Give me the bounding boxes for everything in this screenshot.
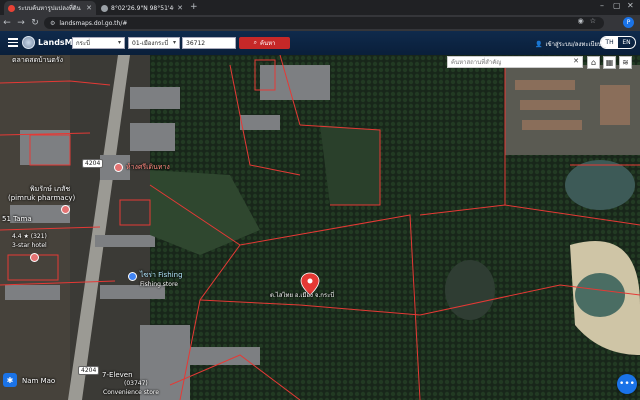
user-icon: 👤 — [535, 40, 543, 48]
browser-tabstrip: ระบบค้นหารูปแปลงที่ดิน (LandsMaps) ✕ 8°0… — [0, 0, 640, 15]
tab-title: ระบบค้นหารูปแปลงที่ดิน (LandsMaps) — [18, 5, 83, 12]
profile-avatar[interactable]: P — [623, 17, 634, 28]
parcel-number-input[interactable]: 36712 — [182, 37, 236, 49]
clear-icon[interactable]: ✕ — [573, 57, 579, 65]
search-button[interactable]: ⌕ ค้นหา — [239, 37, 290, 49]
map-label-tama: 51 Tama — [2, 215, 32, 223]
map-label-seven-sub: (03747) — [124, 380, 148, 387]
pin-label: ต.ไสไทย อ.เมือง จ.กระบี่ — [270, 292, 335, 299]
chat-button[interactable]: ••• — [617, 374, 637, 394]
place-search-input[interactable]: ค้นหาสถานที่สำคัญ ✕ — [447, 56, 583, 68]
lang-th-button[interactable]: TH — [601, 37, 618, 48]
close-icon[interactable]: ✕ — [86, 4, 92, 12]
login-link[interactable]: 👤 เข้าสู่ระบบ/ลงทะเบียน — [535, 39, 602, 49]
reload-icon[interactable]: ↻ — [28, 18, 42, 28]
province-value: กระบี่ — [76, 40, 90, 47]
tab-title: 8°02'26.9"N 98°51'46.3"E — [111, 4, 174, 12]
map-label-market: ตลาดสดบ้านตรัง — [12, 56, 64, 64]
grid-icon[interactable]: ▦ — [603, 56, 616, 69]
shop-poi-icon[interactable] — [128, 272, 137, 281]
pharmacy-poi-icon[interactable] — [61, 205, 70, 214]
menu-icon[interactable] — [8, 38, 18, 47]
close-icon[interactable]: ✕ — [177, 4, 183, 12]
map-label-seven-type: Convenience store — [103, 389, 159, 396]
maximize-icon[interactable]: ▢ — [613, 1, 621, 10]
map-label-tama-type: 3-star hotel — [12, 242, 47, 249]
road-shield-top: 4204 — [82, 159, 104, 168]
district-value: 01-เมืองกระบี่ — [132, 40, 169, 47]
login-label: เข้าสู่ระบบ/ลงทะเบียน — [545, 41, 603, 48]
location-icon[interactable]: ◉ — [578, 17, 584, 25]
road-shield-bottom: 4204 — [78, 366, 100, 375]
url-text: landsmaps.dol.go.th/# — [59, 19, 128, 27]
forward-icon[interactable]: → — [14, 18, 28, 28]
new-tab-icon[interactable]: + — [190, 2, 198, 12]
language-toggle: TH EN — [600, 36, 636, 49]
district-select[interactable]: 01-เมืองกระบี่ ▾ — [128, 37, 180, 49]
window-close-icon[interactable]: ✕ — [627, 1, 634, 10]
home-icon[interactable]: ⌂ — [587, 56, 600, 69]
bookmark-star-icon[interactable]: ☆ — [590, 17, 596, 25]
browser-tab-coordinates[interactable]: 8°02'26.9"N 98°51'46.3"E ✕ — [97, 1, 187, 15]
map-label-nam-mao: Nam Mao — [22, 377, 56, 385]
logo-icon — [22, 36, 35, 49]
accessibility-icon[interactable]: ✱ — [3, 373, 17, 387]
app-header: LandsMaps กระบี่ ▾ 01-เมืองกระบี่ ▾ 3671… — [0, 31, 640, 55]
back-icon[interactable]: ← — [0, 18, 14, 28]
chat-icon: ••• — [619, 379, 635, 389]
layers-icon[interactable]: ≋ — [619, 56, 632, 69]
browser-tab-landsmaps[interactable]: ระบบค้นหารูปแปลงที่ดิน (LandsMaps) ✕ — [4, 1, 96, 15]
province-select[interactable]: กระบี่ ▾ — [72, 37, 125, 49]
map-label-fishing: ไซร่า Fishing — [140, 271, 183, 279]
parcel-number-value: 36712 — [186, 39, 206, 47]
map-label-fishing-type: Fishing store — [140, 281, 178, 288]
map-pin-favicon-icon — [8, 4, 15, 12]
shopping-poi-icon[interactable] — [114, 163, 123, 172]
map-view[interactable]: ตลาดสดบ้านตรัง ห้างศรีเดินทาง พิมรักษ์ เ… — [0, 55, 640, 400]
satellite-map — [0, 55, 640, 400]
map-label-tama-rating: 4.4 ★ (321) — [12, 233, 47, 240]
place-search-placeholder: ค้นหาสถานที่สำคัญ — [451, 59, 502, 66]
map-pin-favicon-icon — [101, 4, 108, 12]
map-label-seven: 7-Eleven — [102, 371, 133, 379]
chevron-down-icon: ▾ — [117, 39, 121, 46]
site-info-icon[interactable]: ⚙ — [50, 20, 55, 27]
map-label-pharmacy-en: (pimruk pharmacy) — [8, 194, 76, 202]
chevron-down-icon: ▾ — [172, 39, 176, 46]
browser-toolbar: ← → ↻ ⚙ landsmaps.dol.go.th/# ◉ ☆ P — [0, 15, 640, 31]
minimize-icon[interactable]: – — [600, 1, 604, 10]
search-icon: ⌕ — [253, 39, 257, 46]
lang-en-button[interactable]: EN — [618, 37, 635, 48]
address-bar[interactable]: ⚙ landsmaps.dol.go.th/# ◉ ☆ — [44, 17, 604, 29]
map-label-center: ห้างศรีเดินทาง — [126, 163, 170, 171]
search-button-label: ค้นหา — [259, 40, 276, 47]
hotel-poi-icon[interactable] — [30, 253, 39, 262]
